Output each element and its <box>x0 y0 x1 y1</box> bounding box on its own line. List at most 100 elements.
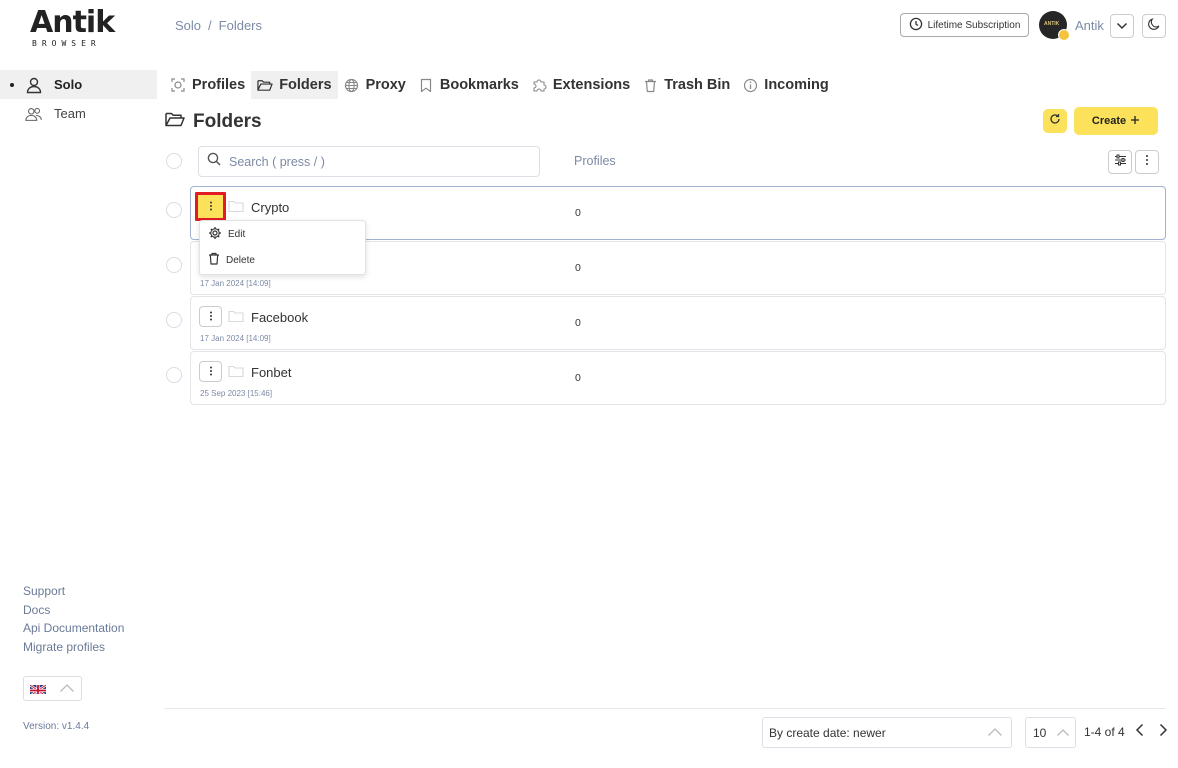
tab-proxy[interactable]: Proxy <box>338 71 412 99</box>
folder-profiles-count: 0 <box>575 207 581 219</box>
folder-date: 17 Jan 2024 [14:09] <box>200 279 271 288</box>
sidebar-item-team[interactable]: Team <box>0 99 157 128</box>
clock-icon <box>909 17 923 34</box>
tab-extensions[interactable]: Extensions <box>525 71 636 99</box>
logo-subtitle: BROWSER <box>32 39 101 48</box>
main-tabs: Profiles Folders Proxy Bookmarks Extensi… <box>164 71 835 99</box>
menu-item-label: Delete <box>226 254 255 266</box>
row-actions-button[interactable] <box>199 306 222 327</box>
search-input[interactable] <box>229 154 529 169</box>
lifetime-subscription-button[interactable]: Lifetime Subscription <box>900 13 1029 37</box>
antik-browser-logo[interactable]: Antik BROWSER <box>30 5 124 49</box>
chevron-right-icon <box>1159 723 1168 742</box>
tab-label: Profiles <box>192 77 246 93</box>
user-menu-dropdown-button[interactable] <box>1110 14 1134 38</box>
tab-folders[interactable]: Folders <box>251 71 338 99</box>
row-actions-button[interactable] <box>199 361 222 382</box>
tab-profiles[interactable]: Profiles <box>164 71 251 99</box>
sidebar-item-solo[interactable]: Solo <box>0 70 157 99</box>
info-icon <box>742 77 758 93</box>
sidebar-item-label: Solo <box>54 77 83 92</box>
support-link[interactable]: Support <box>23 584 124 603</box>
page-size-value: 10 <box>1033 725 1047 740</box>
sidebar-nav: Solo Team <box>0 70 157 128</box>
table-row[interactable]: Fonbet 25 Sep 2023 [15:46] 0 <box>190 351 1166 405</box>
user-name[interactable]: Antik <box>1075 18 1104 33</box>
row-checkbox[interactable] <box>166 257 182 273</box>
folder-icon <box>257 77 273 93</box>
folder-profiles-count: 0 <box>575 317 581 329</box>
breadcrumb-root[interactable]: Solo <box>175 18 201 33</box>
trash-icon <box>642 77 658 93</box>
tab-label: Bookmarks <box>439 77 519 93</box>
page-size-select[interactable]: 10 <box>1025 717 1076 748</box>
search-icon <box>207 152 221 171</box>
user-icon <box>24 75 44 95</box>
folder-icon <box>228 200 244 218</box>
row-checkbox[interactable] <box>166 202 182 218</box>
kebab-icon <box>209 198 213 216</box>
breadcrumb: Solo / Folders <box>175 18 262 33</box>
folder-name: Fonbet <box>251 365 292 380</box>
menu-item-edit[interactable]: Edit <box>200 221 365 247</box>
moon-icon <box>1147 17 1161 35</box>
star-badge-icon <box>1058 29 1070 41</box>
footer-divider <box>164 708 1166 709</box>
tab-label: Folders <box>279 77 332 93</box>
migrate-profiles-link[interactable]: Migrate profiles <box>23 640 124 659</box>
filter-settings-button[interactable] <box>1108 150 1132 174</box>
refresh-button[interactable] <box>1043 109 1067 133</box>
page-title: Folders <box>165 111 262 133</box>
create-button[interactable]: Create <box>1074 107 1158 135</box>
tab-incoming[interactable]: Incoming <box>736 71 834 99</box>
page-title-text: Folders <box>193 111 262 132</box>
bookmark-icon <box>418 77 434 93</box>
subscription-label: Lifetime Subscription <box>927 19 1021 31</box>
row-checkbox[interactable] <box>166 367 182 383</box>
row-checkbox[interactable] <box>166 312 182 328</box>
team-icon <box>24 104 44 124</box>
sidebar-item-label: Team <box>54 106 86 121</box>
trash-icon <box>208 252 220 268</box>
sort-value: By create date: newer <box>769 725 886 740</box>
kebab-icon <box>1145 153 1149 171</box>
previous-page-button[interactable] <box>1132 723 1146 740</box>
refresh-icon <box>1049 112 1061 130</box>
more-options-button[interactable] <box>1135 150 1159 174</box>
active-dot <box>10 82 14 87</box>
chevron-up-icon <box>59 680 75 698</box>
select-all-checkbox[interactable] <box>166 153 182 169</box>
avatar-text: ANTIK <box>1044 21 1060 27</box>
column-header-profiles[interactable]: Profiles <box>574 154 616 168</box>
logo-word: Antik <box>30 5 115 40</box>
kebab-icon <box>209 363 213 381</box>
row-actions-button[interactable] <box>195 192 226 221</box>
folder-profiles-count: 0 <box>575 262 581 274</box>
docs-link[interactable]: Docs <box>23 603 124 622</box>
search-box[interactable] <box>198 146 540 177</box>
create-label: Create <box>1091 115 1127 127</box>
folder-open-icon <box>165 111 185 133</box>
row-context-menu: Edit Delete <box>199 220 366 275</box>
table-row[interactable]: Facebook 17 Jan 2024 [14:09] 0 <box>190 296 1166 350</box>
breadcrumb-separator: / <box>208 18 212 33</box>
sort-select[interactable]: By create date: newer <box>762 717 1012 748</box>
tab-label: Extensions <box>552 77 631 93</box>
menu-item-delete[interactable]: Delete <box>200 247 365 273</box>
folder-icon <box>228 365 244 383</box>
avatar[interactable]: ANTIK <box>1039 11 1070 41</box>
chevron-up-icon <box>987 726 1003 740</box>
language-selector[interactable] <box>23 676 82 701</box>
dark-mode-toggle[interactable] <box>1142 14 1166 38</box>
folder-profiles-count: 0 <box>575 372 581 384</box>
next-page-button[interactable] <box>1156 723 1170 742</box>
tab-bookmarks[interactable]: Bookmarks <box>412 71 525 99</box>
tab-label: Trash Bin <box>664 77 731 93</box>
api-documentation-link[interactable]: Api Documentation <box>23 621 124 640</box>
kebab-icon <box>209 308 213 326</box>
pagination-range: 1-4 of 4 <box>1084 725 1125 739</box>
profiles-icon <box>170 77 186 93</box>
tab-trash-bin[interactable]: Trash Bin <box>636 71 736 99</box>
folder-date: 25 Sep 2023 [15:46] <box>200 389 273 398</box>
sliders-icon <box>1114 153 1127 171</box>
